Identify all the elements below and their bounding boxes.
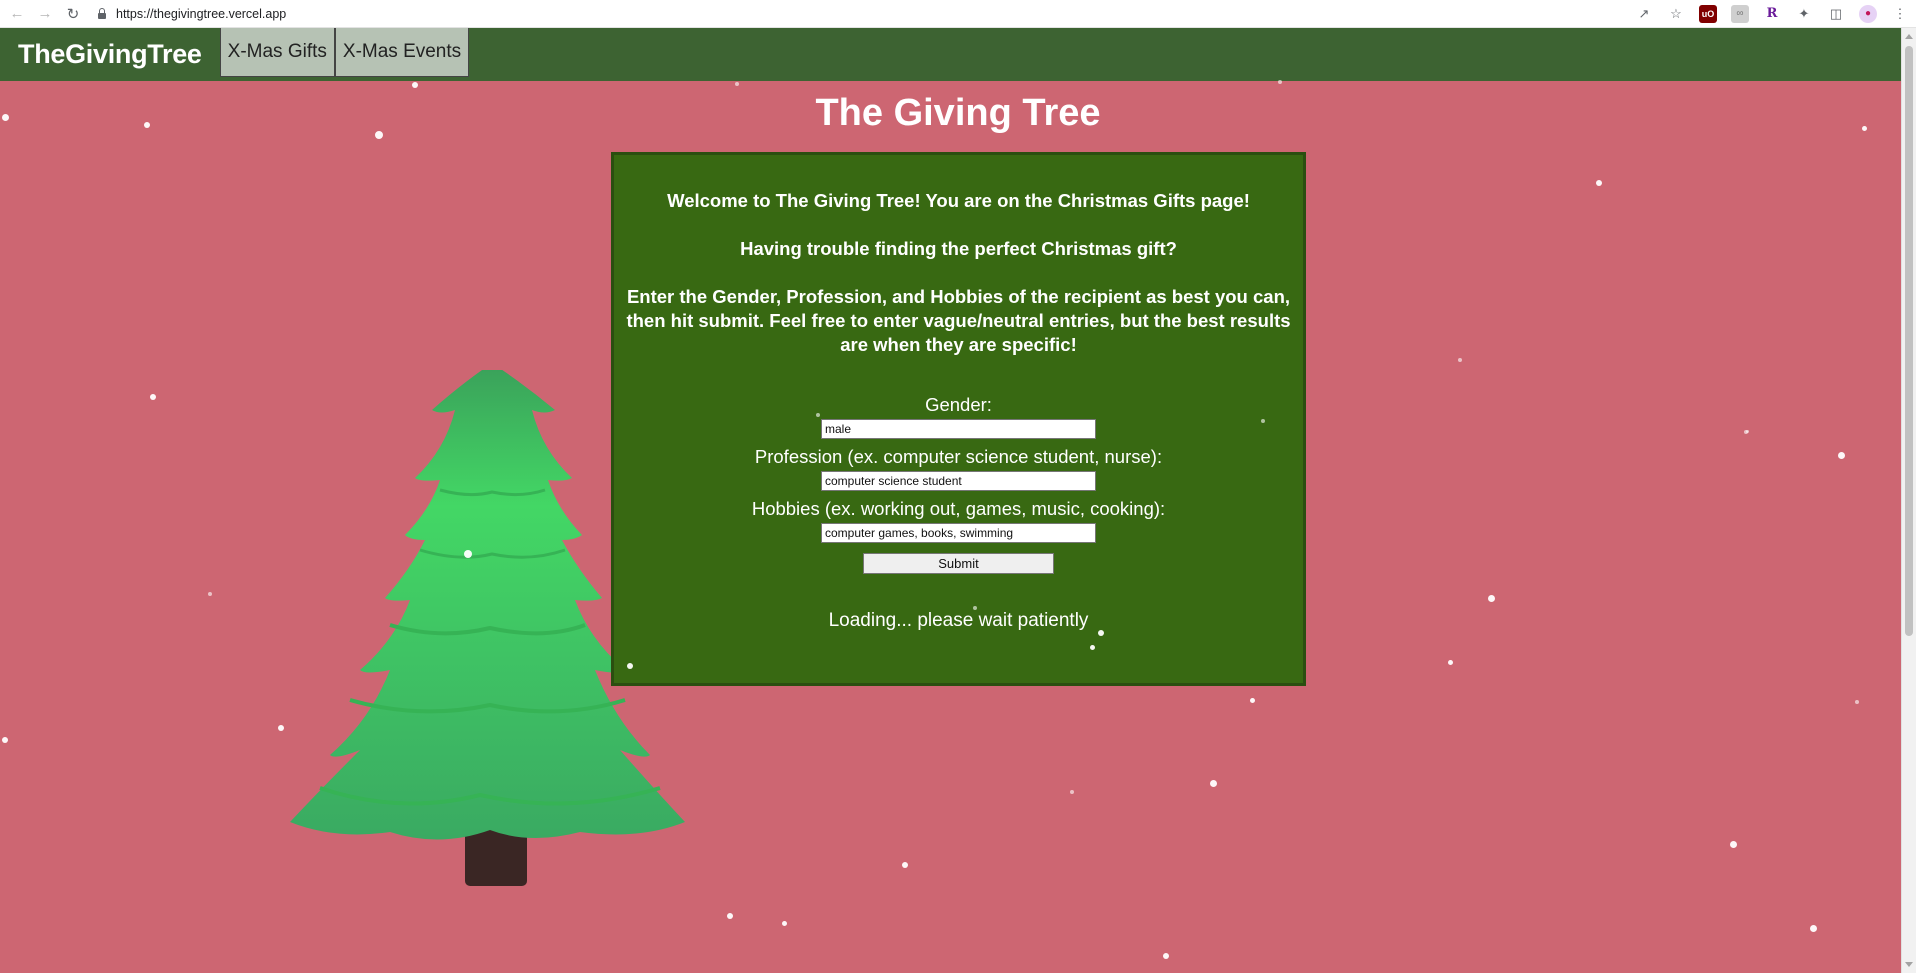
snowflake: [1261, 419, 1265, 423]
url-text: https://thegivingtree.vercel.app: [116, 6, 287, 21]
gender-label: Gender:: [925, 394, 992, 415]
snowflake: [1488, 595, 1495, 602]
r-extension-icon[interactable]: R: [1763, 5, 1781, 23]
snowflake: [816, 413, 820, 417]
snowflake: [1210, 780, 1217, 787]
snowflake: [1098, 630, 1104, 636]
snowflake: [1250, 698, 1255, 703]
brand-logo-text[interactable]: TheGivingTree: [0, 28, 220, 81]
lock-icon[interactable]: [98, 7, 106, 19]
page-scrollbar[interactable]: [1901, 28, 1916, 973]
extension-grey-icon[interactable]: ∞: [1731, 4, 1749, 23]
snowflake: [144, 122, 150, 128]
snowflake: [1596, 180, 1602, 186]
browser-toolbar: ← → ↻ https://thegivingtree.vercel.app ↗…: [0, 0, 1916, 28]
snowflake: [464, 550, 472, 558]
gender-input[interactable]: [821, 419, 1096, 439]
trouble-text: Having trouble finding the perfect Chris…: [740, 238, 1177, 259]
star-icon[interactable]: ☆: [1667, 5, 1685, 23]
address-bar[interactable]: https://thegivingtree.vercel.app: [98, 3, 286, 25]
page-title: The Giving Tree: [815, 92, 1101, 134]
browser-actions: ↗ ☆ uO ∞ R ✦ ◫ ● ⋮: [1628, 0, 1916, 27]
share-icon[interactable]: ↗: [1635, 5, 1653, 23]
submit-button[interactable]: Submit: [863, 553, 1054, 574]
snowflake: [375, 131, 383, 139]
snowflake: [1746, 430, 1749, 433]
forward-arrow-icon[interactable]: →: [34, 3, 56, 25]
ublock-icon[interactable]: uO: [1699, 4, 1717, 23]
hobbies-label: Hobbies (ex. working out, games, music, …: [751, 498, 1166, 519]
tab-xmas-gifts[interactable]: X-Mas Gifts: [219, 28, 335, 77]
snowflake: [1163, 953, 1169, 959]
tree-trunk: [465, 830, 527, 886]
snowflake: [1855, 700, 1859, 704]
snowflake: [2, 114, 9, 121]
site-navbar: TheGivingTree X-Mas Gifts X-Mas Events: [0, 28, 1902, 81]
profession-input[interactable]: [821, 471, 1096, 491]
snowflake: [1730, 841, 1737, 848]
snowflake: [1810, 925, 1817, 932]
snowflake: [278, 725, 284, 731]
back-arrow-icon[interactable]: ←: [6, 3, 28, 25]
snowflake: [150, 394, 156, 400]
kebab-menu-icon[interactable]: ⋮: [1891, 5, 1909, 23]
snowflake: [208, 592, 212, 596]
welcome-text: Welcome to The Giving Tree! You are on t…: [667, 190, 1250, 211]
sidepanel-icon[interactable]: ◫: [1827, 5, 1845, 23]
profile-avatar-icon[interactable]: ●: [1859, 4, 1877, 23]
snowflake: [735, 82, 739, 86]
tab-xmas-events[interactable]: X-Mas Events: [334, 28, 470, 77]
snowflake: [782, 921, 787, 926]
scroll-up-icon[interactable]: [1905, 34, 1913, 39]
snowflake: [627, 663, 633, 669]
snowflake: [2, 737, 8, 743]
snowflake: [1070, 790, 1074, 794]
snowflake: [412, 82, 418, 88]
reload-icon[interactable]: ↻: [62, 3, 84, 25]
snowflake: [1862, 126, 1867, 131]
hobbies-input[interactable]: [821, 523, 1096, 543]
snowflake: [902, 862, 908, 868]
gift-form-panel: Welcome to The Giving Tree! You are on t…: [611, 152, 1306, 686]
snowflake: [1278, 80, 1282, 84]
snowflake: [1090, 645, 1095, 650]
scroll-down-icon[interactable]: [1905, 962, 1913, 967]
loading-status: Loading... please wait patiently: [828, 610, 1089, 631]
instructions-text: Enter the Gender, Profession, and Hobbie…: [626, 286, 1291, 355]
snowflake: [973, 606, 977, 610]
snowflake: [1448, 660, 1453, 665]
snowflake: [1838, 452, 1845, 459]
snowflake: [1458, 358, 1462, 362]
puzzle-icon[interactable]: ✦: [1795, 5, 1813, 23]
snowflake: [727, 913, 733, 919]
profession-label: Profession (ex. computer science student…: [754, 446, 1163, 467]
